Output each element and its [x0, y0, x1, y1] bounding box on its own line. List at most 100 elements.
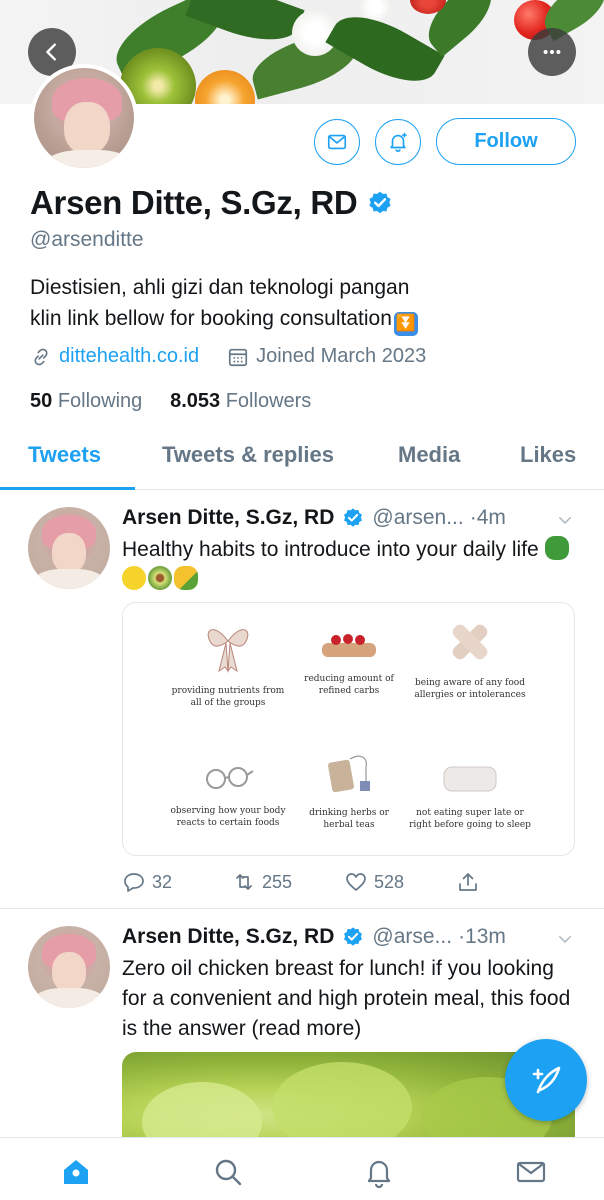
compose-tweet-button[interactable] — [505, 1039, 587, 1121]
tweet-divider — [0, 908, 604, 909]
following-link[interactable]: 50 Following — [30, 390, 142, 412]
following-count: 50 — [30, 390, 53, 412]
mail-icon — [327, 134, 347, 150]
chevron-left-icon — [46, 43, 56, 61]
tweet-image-card[interactable]: providing nutrients from all of the grou… — [122, 602, 575, 856]
messages-icon[interactable] — [515, 1156, 547, 1188]
card-item-line2: herbal teas — [323, 820, 375, 830]
tweet-timestamp: ·13m — [458, 925, 506, 948]
card-item-line2: allergies or intolerances — [414, 690, 526, 700]
tweet-author-name[interactable]: Arsen Ditte, S.Gz, RD — [122, 506, 334, 530]
bio-line-2: klin link bellow for booking consultatio… — [30, 307, 392, 330]
reply-icon — [124, 873, 144, 892]
like-count: 528 — [374, 871, 405, 892]
card-item-line1: being aware of any food — [415, 678, 525, 688]
lemon-emoji-icon — [122, 566, 146, 590]
retweet-button[interactable]: 255 — [232, 870, 292, 894]
tweet-text: Healthy habits to introduce into your da… — [122, 535, 572, 595]
notify-button[interactable] — [375, 119, 421, 165]
bandage-icon — [452, 624, 488, 660]
card-item-line1: not eating super late or — [416, 808, 524, 818]
bell-plus-icon — [390, 132, 407, 152]
corn-emoji-icon — [174, 566, 198, 590]
card-item-line2: refined carbs — [318, 686, 380, 696]
card-item: being aware of any food allergies or int… — [400, 619, 540, 701]
card-item: not eating super late or right before go… — [400, 763, 540, 831]
tweet-header: Arsen Ditte, S.Gz, RD @arsen... ·4m — [122, 506, 582, 530]
follow-button[interactable]: Follow — [436, 118, 576, 165]
tweet-author-handle: @arse... — [372, 925, 453, 948]
teabag-icon — [328, 755, 370, 793]
profile-bio: Diestisien, ahli gizi dan teknologi pang… — [30, 272, 580, 336]
home-icon[interactable] — [60, 1156, 92, 1188]
bio-line-1: Diestisien, ahli gizi dan teknologi pang… — [30, 276, 410, 299]
profile-handle: @arsenditte — [30, 228, 144, 251]
profile-stats: 50 Following 8.053 Followers — [30, 390, 311, 413]
more-horizontal-icon — [543, 49, 561, 55]
search-icon[interactable] — [212, 1156, 244, 1188]
card-item-line1: observing how your body — [170, 806, 286, 816]
retweet-count: 255 — [262, 871, 293, 892]
share-button[interactable] — [456, 870, 486, 894]
tweet-header: Arsen Ditte, S.Gz, RD @arse... ·13m — [122, 925, 582, 949]
tab-tweets-replies[interactable]: Tweets & replies — [162, 442, 334, 468]
card-item-line1: reducing amount of — [304, 674, 394, 684]
broccoli-emoji-icon — [544, 536, 569, 560]
tweet-text: Zero oil chicken breast for lunch! if yo… — [122, 957, 571, 1040]
share-icon — [459, 873, 477, 891]
card-item: observing how your body reacts to certai… — [158, 763, 298, 829]
tweet-avatar[interactable] — [28, 926, 110, 1008]
card-item-line1: drinking herbs or — [309, 808, 389, 818]
tab-likes[interactable]: Likes — [520, 442, 576, 468]
tweet-author-handle: @arsen... — [372, 506, 464, 529]
card-item-line1: providing nutrients from — [171, 686, 285, 696]
tweet-author-name[interactable]: Arsen Ditte, S.Gz, RD — [122, 925, 334, 949]
card-item-line2: reacts to certain foods — [176, 818, 280, 828]
glasses-icon — [206, 767, 254, 789]
tweet-text-content: Healthy habits to introduce into your da… — [122, 538, 539, 561]
reply-count: 32 — [152, 871, 173, 892]
tab-tweets[interactable]: Tweets — [28, 442, 101, 468]
profile-meta: dittehealth.co.id Joined March 2023 — [30, 345, 426, 368]
profile-name-text: Arsen Ditte, S.Gz, RD — [30, 184, 358, 221]
verified-badge-icon — [344, 508, 363, 527]
profile-joined: Joined March 2023 — [256, 345, 427, 367]
link-icon — [34, 348, 48, 365]
retweet-icon — [236, 874, 252, 890]
chevron-down-icon[interactable] — [556, 930, 574, 948]
profile-name: Arsen Ditte, S.Gz, RD — [30, 184, 393, 222]
card-item: reducing amount of refined carbs — [279, 631, 419, 697]
profile-avatar[interactable] — [30, 64, 138, 172]
following-label: Following — [57, 390, 143, 412]
tweet-actions: 32 255 528 — [122, 870, 582, 900]
calendar-icon — [229, 348, 248, 366]
followers-label: Followers — [225, 390, 312, 412]
card-item-line2: right before going to sleep — [409, 820, 531, 830]
avocado-emoji-icon — [148, 566, 172, 590]
tweet-avatar[interactable] — [28, 507, 110, 589]
pillow-icon — [443, 766, 497, 792]
tab-media[interactable]: Media — [398, 442, 460, 468]
tweet-timestamp: ·4m — [469, 506, 506, 529]
down-arrow-emoji-icon: ⏬ — [393, 312, 418, 336]
active-tab-indicator — [0, 487, 135, 490]
bottom-navigation — [0, 1137, 604, 1200]
more-button[interactable] — [528, 28, 576, 76]
followers-link[interactable]: 8.053 Followers — [170, 390, 311, 412]
ribbon-icon — [207, 629, 249, 673]
notifications-icon[interactable] — [363, 1156, 395, 1188]
verified-badge-icon — [369, 191, 392, 214]
cake-icon — [322, 634, 376, 657]
verified-badge-icon — [344, 927, 363, 946]
chevron-down-icon[interactable] — [556, 511, 574, 529]
card-item: providing nutrients from all of the grou… — [158, 621, 298, 709]
card-item: drinking herbs or herbal teas — [279, 753, 419, 831]
message-button[interactable] — [314, 119, 360, 165]
reply-button[interactable]: 32 — [122, 870, 172, 894]
card-item-line2: all of the groups — [190, 698, 266, 708]
heart-icon — [346, 873, 366, 891]
profile-tabs: Tweets Tweets & replies Media Likes — [0, 432, 604, 490]
profile-website-link[interactable]: dittehealth.co.id — [59, 345, 199, 368]
followers-count: 8.053 — [170, 390, 221, 412]
like-button[interactable]: 528 — [344, 870, 404, 894]
